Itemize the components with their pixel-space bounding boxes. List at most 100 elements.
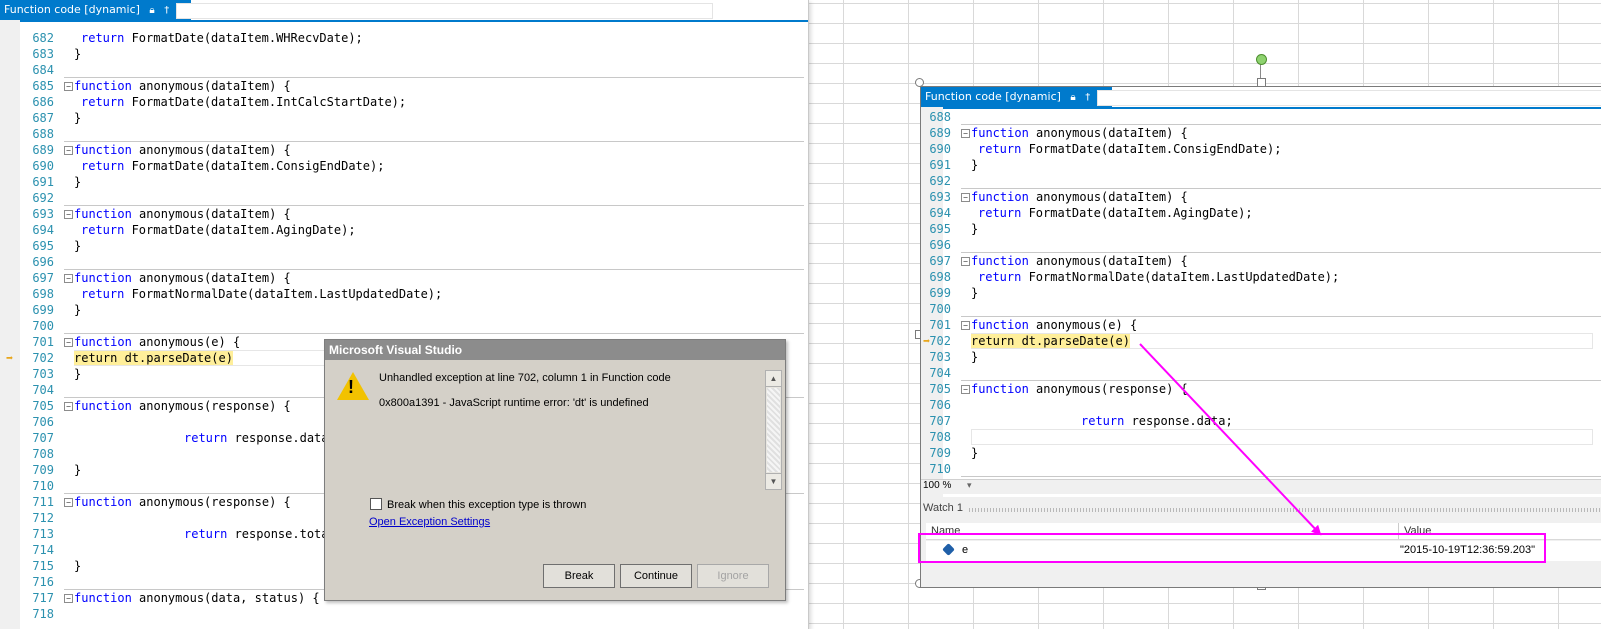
collapse-icon[interactable]: − bbox=[961, 321, 970, 330]
code-line[interactable]: 698 return FormatNormalDate(dataItem.Last… bbox=[921, 269, 1601, 285]
code-text: } bbox=[74, 366, 81, 382]
keyword: function bbox=[74, 495, 132, 509]
code-line[interactable]: 707 return response.data; bbox=[921, 413, 1601, 429]
code-token: } bbox=[74, 239, 82, 253]
code-line[interactable]: 699} bbox=[0, 302, 808, 318]
collapse-icon[interactable]: − bbox=[64, 338, 73, 347]
lock-icon: 🔒︎ bbox=[1070, 92, 1076, 103]
right-code-lines[interactable]: 688 689− function anonymous(dataItem) {690… bbox=[921, 109, 1601, 479]
code-token: } bbox=[74, 463, 82, 477]
open-exception-settings-link[interactable]: Open Exception Settings bbox=[369, 516, 490, 528]
code-line[interactable]: 692 bbox=[0, 190, 808, 206]
pin-icon[interactable]: † bbox=[1085, 92, 1090, 103]
code-line[interactable]: 710 bbox=[921, 461, 1601, 477]
code-token: } bbox=[971, 286, 979, 300]
code-line[interactable]: 695} bbox=[921, 221, 1601, 237]
code-token: FormatNormalDate(dataItem.LastUpdatedDat… bbox=[1021, 270, 1340, 284]
scroll-up-icon[interactable]: ▲ bbox=[766, 371, 781, 387]
code-line[interactable]: 688 bbox=[0, 126, 808, 142]
break-button[interactable]: Break bbox=[543, 564, 615, 588]
code-line[interactable]: 690 return FormatDate(dataItem.ConsigEndD… bbox=[921, 141, 1601, 157]
line-number: 696 bbox=[32, 255, 54, 269]
error-highlight: return dt.parseDate(e) bbox=[74, 351, 233, 365]
right-code-editor[interactable]: Function code [dynamic] 🔒︎ † ✕ 688689−fu… bbox=[920, 86, 1601, 588]
code-line[interactable]: 701 − function anonymous(e) { bbox=[921, 316, 1601, 333]
collapse-icon[interactable]: − bbox=[64, 274, 73, 283]
code-line[interactable]: 688 bbox=[921, 109, 1601, 125]
ignore-button[interactable]: Ignore bbox=[697, 564, 769, 588]
zoom-dropdown-icon[interactable]: ▾ bbox=[967, 480, 972, 491]
keyword: return bbox=[184, 431, 228, 445]
code-line[interactable]: 691} bbox=[0, 174, 808, 190]
code-line[interactable]: ➡ 702 return dt.parseDate(e) bbox=[921, 333, 1601, 349]
code-line[interactable]: 684 bbox=[0, 62, 808, 78]
code-line[interactable]: 683} bbox=[0, 46, 808, 62]
break-on-exception-checkbox[interactable] bbox=[370, 498, 382, 510]
rotate-handle[interactable] bbox=[1256, 54, 1267, 65]
code-line[interactable]: 689 − function anonymous(dataItem) { bbox=[0, 141, 808, 158]
code-line[interactable]: 700 bbox=[921, 301, 1601, 317]
code-text: return FormatDate(dataItem.AgingDate); bbox=[81, 222, 356, 238]
collapse-icon[interactable]: − bbox=[64, 210, 73, 219]
code-text: } bbox=[971, 349, 978, 365]
pin-icon[interactable]: † bbox=[164, 5, 169, 16]
code-line[interactable]: 687} bbox=[0, 110, 808, 126]
code-line[interactable]: 695} bbox=[0, 238, 808, 254]
collapse-icon[interactable]: − bbox=[961, 129, 970, 138]
exception-error: 0x800a1391 - JavaScript runtime error: '… bbox=[379, 397, 649, 409]
code-line[interactable]: 697 − function anonymous(dataItem) { bbox=[0, 269, 808, 286]
collapse-icon[interactable]: − bbox=[961, 385, 970, 394]
line-number: 709 bbox=[929, 446, 951, 460]
exception-dialog[interactable]: Microsoft Visual Studio ! Unhandled exce… bbox=[324, 339, 786, 601]
code-line[interactable]: 682 return FormatDate(dataItem.WHRecvDate… bbox=[0, 30, 808, 46]
code-text: } bbox=[74, 46, 81, 62]
code-token: } bbox=[74, 111, 82, 125]
code-line[interactable]: 700 bbox=[0, 318, 808, 334]
collapse-icon[interactable]: − bbox=[961, 257, 970, 266]
zoom-level[interactable]: 100 % bbox=[923, 480, 951, 491]
continue-button[interactable]: Continue bbox=[620, 564, 692, 588]
line-number: 700 bbox=[929, 302, 951, 316]
code-text: } bbox=[971, 445, 978, 461]
code-line[interactable]: 699} bbox=[921, 285, 1601, 301]
scroll-down-icon[interactable]: ▼ bbox=[766, 473, 781, 489]
message-scrollbar[interactable]: ▲ ▼ bbox=[765, 370, 782, 490]
right-editor-tab[interactable]: Function code [dynamic] 🔒︎ † ✕ bbox=[921, 87, 1113, 107]
code-line[interactable]: 698 return FormatNormalDate(dataItem.Last… bbox=[0, 286, 808, 302]
line-number: 704 bbox=[929, 366, 951, 380]
line-number: 703 bbox=[929, 350, 951, 364]
break-on-exception-checkbox-row[interactable]: Break when this exception type is thrown bbox=[370, 498, 586, 511]
code-text: function anonymous(e) { bbox=[971, 317, 1137, 333]
code-line[interactable]: 706 bbox=[921, 397, 1601, 413]
code-line[interactable]: 697 − function anonymous(dataItem) { bbox=[921, 252, 1601, 269]
code-line[interactable]: 694 return FormatDate(dataItem.AgingDate)… bbox=[921, 205, 1601, 221]
code-line[interactable]: 693 − function anonymous(dataItem) { bbox=[0, 205, 808, 222]
code-line[interactable]: 686 return FormatDate(dataItem.IntCalcSta… bbox=[0, 94, 808, 110]
left-editor-tab[interactable]: Function code [dynamic] 🔒︎ † ✕ bbox=[0, 0, 192, 20]
code-line[interactable]: 692 bbox=[921, 173, 1601, 189]
code-token: anonymous(response) { bbox=[1028, 382, 1188, 396]
code-line[interactable]: 694 return FormatDate(dataItem.AgingDate)… bbox=[0, 222, 808, 238]
collapse-icon[interactable]: − bbox=[64, 402, 73, 411]
dialog-title: Microsoft Visual Studio bbox=[325, 340, 785, 360]
code-line[interactable]: 705 − function anonymous(response) { bbox=[921, 380, 1601, 397]
code-line[interactable]: 685 − function anonymous(dataItem) { bbox=[0, 77, 808, 94]
code-line[interactable]: 689 − function anonymous(dataItem) { bbox=[921, 124, 1601, 141]
collapse-icon[interactable]: − bbox=[64, 146, 73, 155]
panel-grip[interactable] bbox=[969, 508, 1601, 512]
scroll-thumb[interactable] bbox=[767, 388, 780, 472]
collapse-icon[interactable]: − bbox=[64, 594, 73, 603]
code-line[interactable]: 696 bbox=[0, 254, 808, 270]
code-line[interactable]: 696 bbox=[921, 237, 1601, 253]
code-line[interactable]: 703} bbox=[921, 349, 1601, 365]
code-line[interactable]: 709} bbox=[921, 445, 1601, 461]
collapse-icon[interactable]: − bbox=[64, 498, 73, 507]
code-line[interactable]: 691} bbox=[921, 157, 1601, 173]
code-line[interactable]: 708 bbox=[921, 429, 1601, 445]
code-line[interactable]: 690 return FormatDate(dataItem.ConsigEndD… bbox=[0, 158, 808, 174]
collapse-icon[interactable]: − bbox=[64, 82, 73, 91]
code-line[interactable]: 693 − function anonymous(dataItem) { bbox=[921, 188, 1601, 205]
collapse-icon[interactable]: − bbox=[961, 193, 970, 202]
code-line[interactable]: 704 bbox=[921, 365, 1601, 381]
code-line[interactable]: 718 bbox=[0, 606, 808, 622]
